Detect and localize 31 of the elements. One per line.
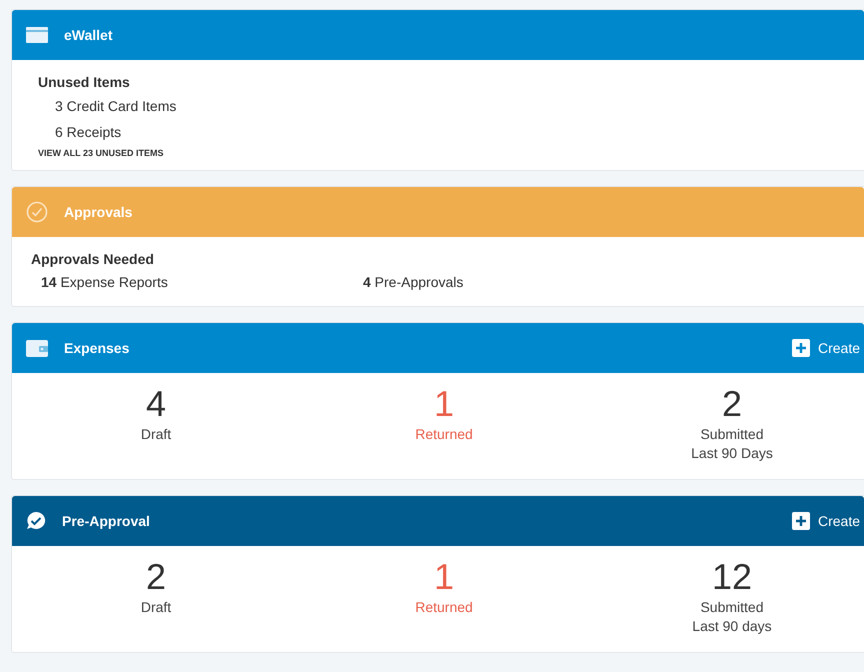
panel-title: Expenses [64, 340, 130, 356]
panel-title: Pre-Approval [62, 513, 150, 529]
check-bubble-icon [26, 511, 46, 531]
stat-count[interactable]: 4 [146, 385, 166, 423]
check-circle-icon [26, 201, 48, 223]
panel-title: Approvals [64, 204, 132, 220]
item-link[interactable]: 3 Credit Card Items [55, 98, 838, 114]
item-link[interactable]: 6 Receipts [55, 124, 838, 140]
stat-sublabel: Last 90 Days [691, 445, 773, 461]
stat-label: Draft [140, 426, 172, 442]
stat-label: Returned [415, 426, 473, 442]
approval-link[interactable]: 4 Pre-Approvals [363, 274, 675, 290]
stat-count[interactable]: 12 [712, 558, 752, 596]
wallet-icon [26, 339, 48, 357]
section-heading: Unused Items [38, 74, 131, 90]
view-all-link[interactable]: VIEW ALL 23 UNUSED ITEMS [38, 148, 838, 158]
stat-sublabel: Last 90 days [692, 618, 772, 634]
section-heading: Approvals Needed [31, 251, 155, 267]
approval-link[interactable]: 14 Expense Reports [41, 274, 353, 290]
stat-label: Submitted [700, 599, 764, 615]
panel-title: eWallet [64, 27, 112, 43]
stat-label: Returned [415, 599, 473, 615]
card-icon [26, 27, 48, 43]
stat-label: Draft [140, 599, 172, 615]
stat-count[interactable]: 2 [146, 558, 166, 596]
create-button[interactable]: Create [792, 512, 860, 530]
plus-icon [792, 339, 810, 357]
plus-icon [792, 512, 810, 530]
create-button[interactable]: Create [792, 339, 860, 357]
stat-count[interactable]: 2 [722, 385, 742, 423]
stat-label: Submitted [700, 426, 764, 442]
